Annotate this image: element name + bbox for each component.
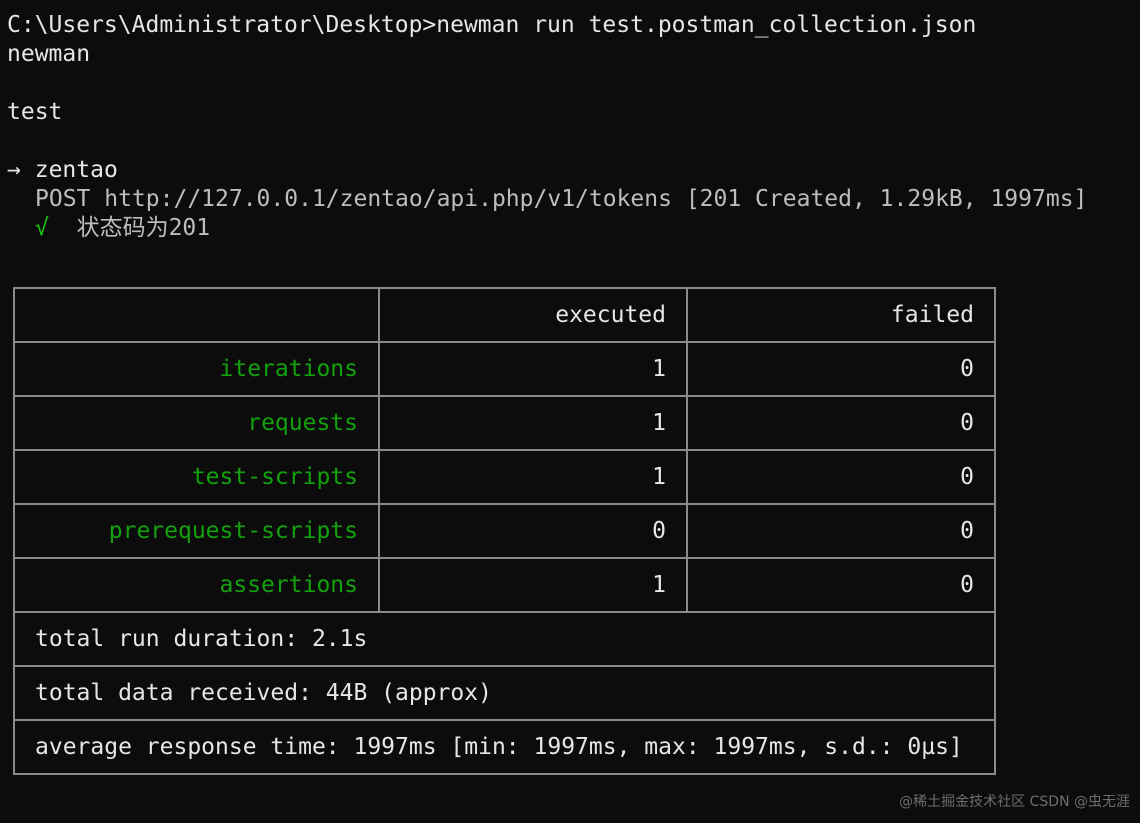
assertion-text: 状态码为201 <box>76 215 211 241</box>
table-row: assertions 1 0 <box>13 557 996 613</box>
total-run-duration: total run duration: 2.1s <box>13 611 996 667</box>
table-row: test-scripts 1 0 <box>13 449 996 505</box>
row-label: assertions <box>13 557 380 613</box>
table-row: iterations 1 0 <box>13 341 996 397</box>
check-icon: √ <box>35 215 49 241</box>
request-line: POST http://127.0.0.1/zentao/api.php/v1/… <box>35 186 1088 212</box>
watermark: @稀土掘金技术社区 CSDN @虫无涯 <box>899 794 1130 810</box>
summary-footer-row: total run duration: 2.1s <box>13 611 996 667</box>
tool-name: newman <box>7 41 91 67</box>
collection-name: test <box>7 99 63 125</box>
row-failed: 0 <box>686 449 996 505</box>
table-row: prerequest-scripts 0 0 <box>13 503 996 559</box>
assertion-line: √ 状态码为201 <box>35 214 210 243</box>
summary-footer-row: total data received: 44B (approx) <box>13 665 996 721</box>
row-failed: 0 <box>686 341 996 397</box>
run-summary-table: executed failed iterations 1 0 requests … <box>13 287 996 775</box>
folder-name: zentao <box>34 157 118 183</box>
row-failed: 0 <box>686 503 996 559</box>
total-data-received: total data received: 44B (approx) <box>13 665 996 721</box>
row-failed: 0 <box>686 557 996 613</box>
header-cell-executed: executed <box>378 287 688 343</box>
row-label: iterations <box>13 341 380 397</box>
row-executed: 1 <box>378 395 688 451</box>
row-label: prerequest-scripts <box>13 503 380 559</box>
header-cell-empty <box>13 287 380 343</box>
row-label: test-scripts <box>13 449 380 505</box>
folder-line: → zentao <box>7 156 118 185</box>
terminal-window[interactable]: C:\Users\Administrator\Desktop>newman ru… <box>0 0 1140 823</box>
header-cell-failed: failed <box>686 287 996 343</box>
command-prompt-line: C:\Users\Administrator\Desktop>newman ru… <box>7 12 977 38</box>
table-header-row: executed failed <box>13 287 996 343</box>
arrow-right-icon: → <box>7 157 21 183</box>
row-executed: 1 <box>378 557 688 613</box>
row-label: requests <box>13 395 380 451</box>
row-executed: 0 <box>378 503 688 559</box>
average-response-time: average response time: 1997ms [min: 1997… <box>13 719 996 775</box>
summary-footer-row: average response time: 1997ms [min: 1997… <box>13 719 996 775</box>
table-row: requests 1 0 <box>13 395 996 451</box>
row-executed: 1 <box>378 341 688 397</box>
row-failed: 0 <box>686 395 996 451</box>
row-executed: 1 <box>378 449 688 505</box>
